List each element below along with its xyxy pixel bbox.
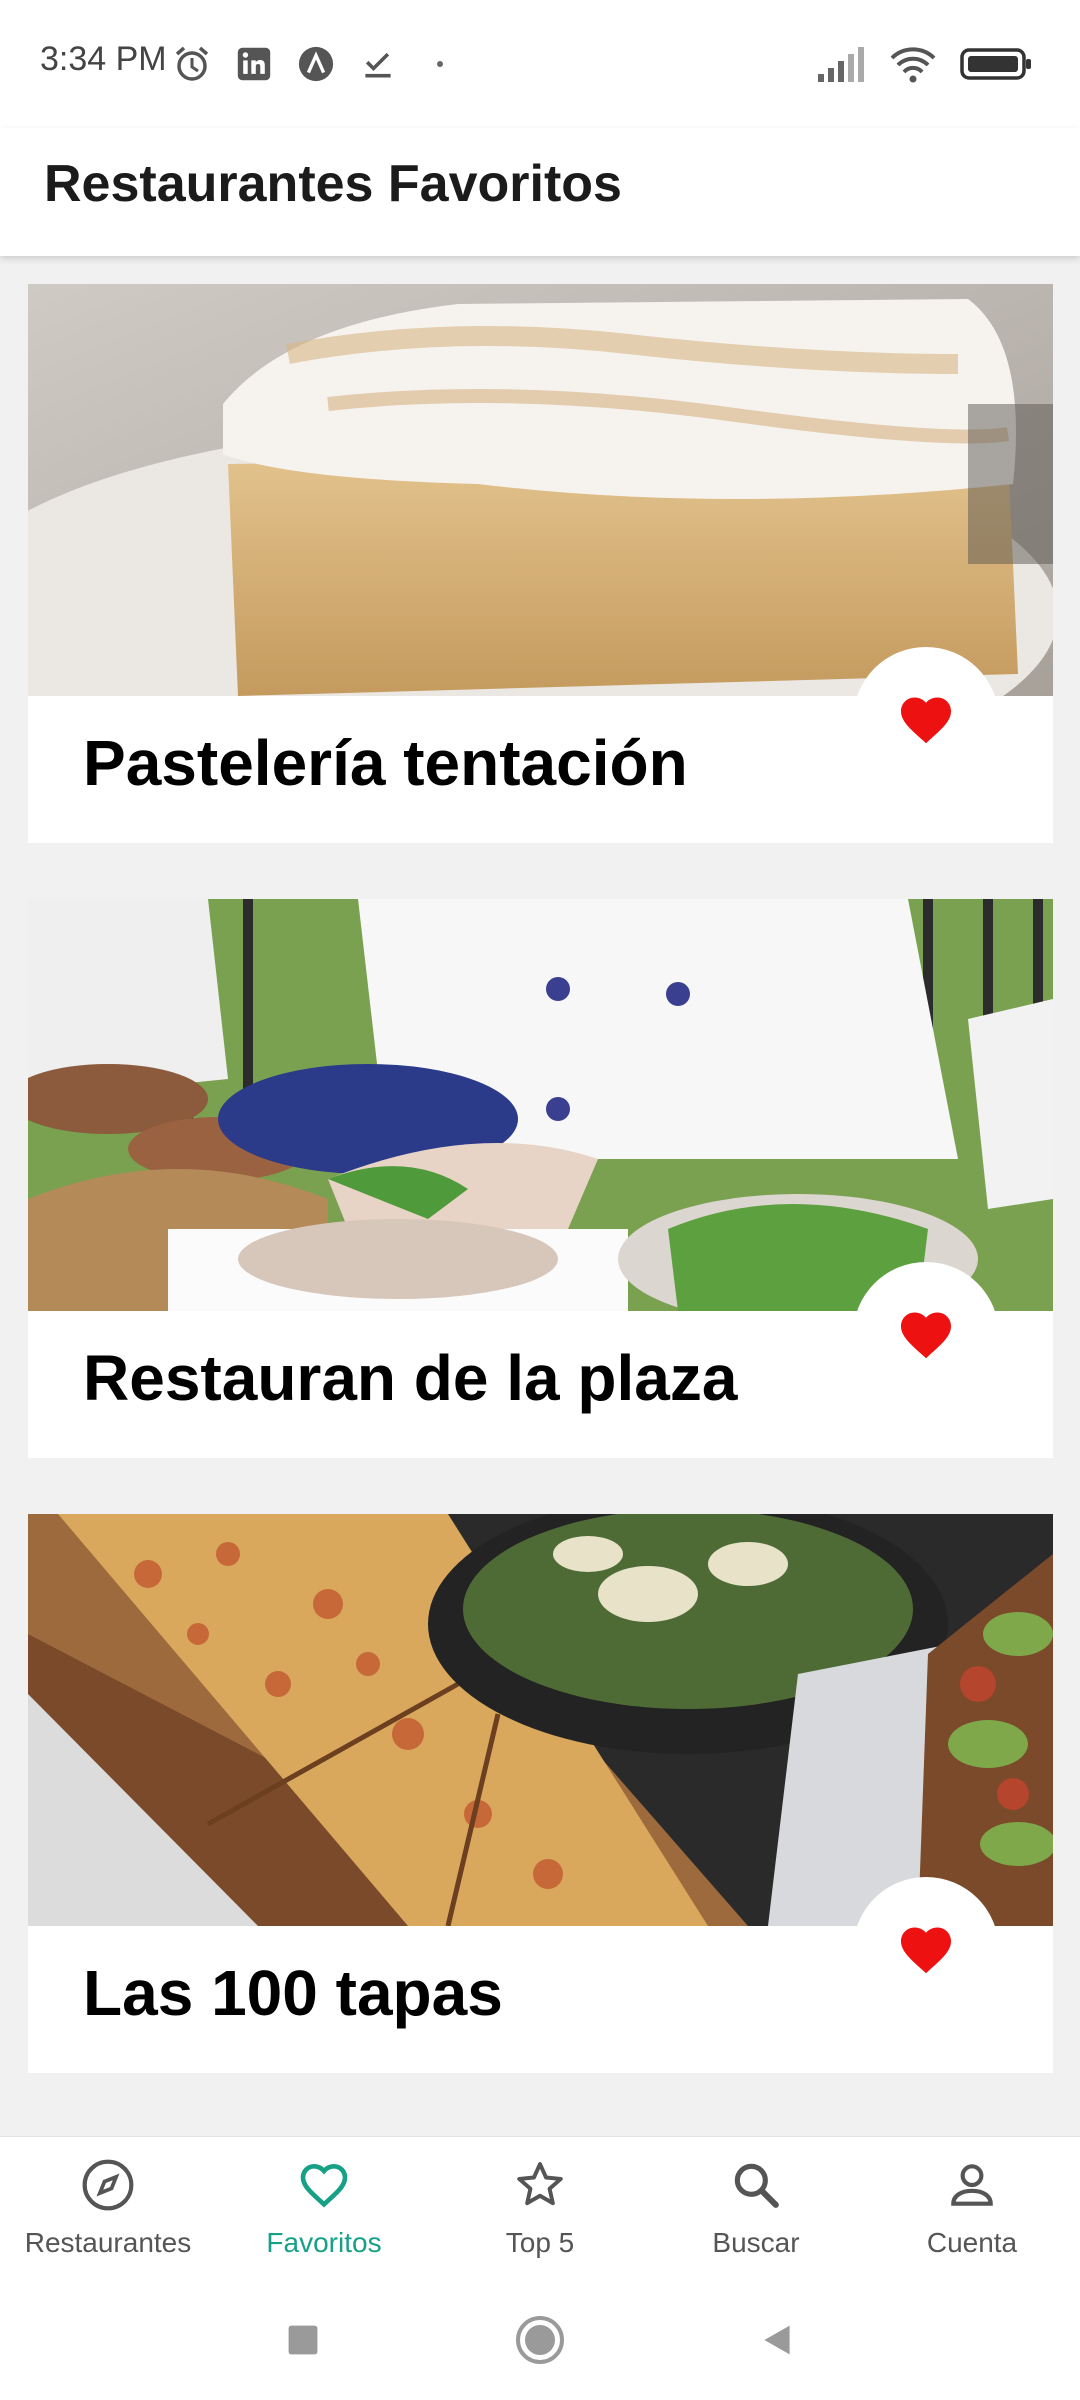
restaurant-name: Pastelería tentación (83, 727, 688, 799)
dot-icon (420, 44, 460, 84)
restaurant-card[interactable]: Restauran de la plaza (28, 899, 1053, 1458)
app-a-icon (296, 44, 336, 84)
restaurant-image-food-table (28, 899, 1053, 1311)
wifi-icon (888, 44, 938, 84)
compass-icon (82, 2159, 134, 2211)
circle-icon (516, 2316, 564, 2364)
bottom-navigation: Restaurantes Favoritos Top 5 Buscar Cuen… (0, 2136, 1080, 2280)
back-button[interactable] (751, 2314, 803, 2366)
nav-label: Favoritos (266, 2227, 382, 2258)
status-time: 3:34 PM (40, 40, 167, 78)
star-icon (517, 2162, 563, 2206)
restaurant-card[interactable]: Pastelería tentación (28, 284, 1053, 843)
restaurant-card[interactable]: Las 100 tapas (28, 1514, 1053, 2073)
square-icon (288, 2325, 318, 2355)
nav-label: Buscar (712, 2227, 800, 2258)
favorite-button[interactable] (853, 647, 999, 793)
heart-icon (901, 1312, 951, 1359)
favorite-button[interactable] (853, 1262, 999, 1408)
status-notification-icons (172, 44, 460, 84)
back-triangle-icon (764, 2325, 790, 2355)
restaurant-name: Las 100 tapas (83, 1957, 503, 2029)
person-icon (951, 2164, 993, 2206)
restaurant-image-pizza-salad (28, 1514, 1053, 1926)
nav-label: Restaurantes (24, 2227, 192, 2258)
nav-item-buscar[interactable]: Buscar (648, 2137, 864, 2280)
system-navigation-bar (0, 2280, 1080, 2400)
signal-icon (816, 44, 866, 84)
alarm-icon (172, 44, 212, 84)
recents-button[interactable] (277, 2314, 329, 2366)
nav-label: Cuenta (926, 2227, 1018, 2258)
nav-item-top-5[interactable]: Top 5 (432, 2137, 648, 2280)
nav-label: Top 5 (505, 2227, 575, 2258)
favorite-button[interactable] (853, 1877, 999, 2023)
app-bar: Restaurantes Favoritos (0, 128, 1080, 256)
restaurant-image-cake (28, 284, 1053, 696)
page-title: Restaurantes Favoritos (44, 155, 622, 213)
heart-icon (901, 697, 951, 744)
restaurant-name: Restauran de la plaza (83, 1342, 738, 1414)
battery-icon (960, 44, 1032, 84)
linkedin-icon (234, 44, 274, 84)
nav-item-favoritos[interactable]: Favoritos (216, 2137, 432, 2280)
heart-icon (901, 1927, 951, 1974)
nav-item-restaurantes[interactable]: Restaurantes (0, 2137, 216, 2280)
status-system-icons (816, 44, 1032, 84)
heart-outline-icon (300, 2163, 348, 2208)
status-bar: 3:34 PM (0, 0, 1080, 128)
home-button[interactable] (514, 2314, 566, 2366)
search-icon (734, 2163, 779, 2208)
nav-item-cuenta[interactable]: Cuenta (864, 2137, 1080, 2280)
check-icon (358, 44, 398, 84)
favorites-list[interactable]: Pastelería tentación Restauran de la pla… (0, 256, 1080, 2136)
